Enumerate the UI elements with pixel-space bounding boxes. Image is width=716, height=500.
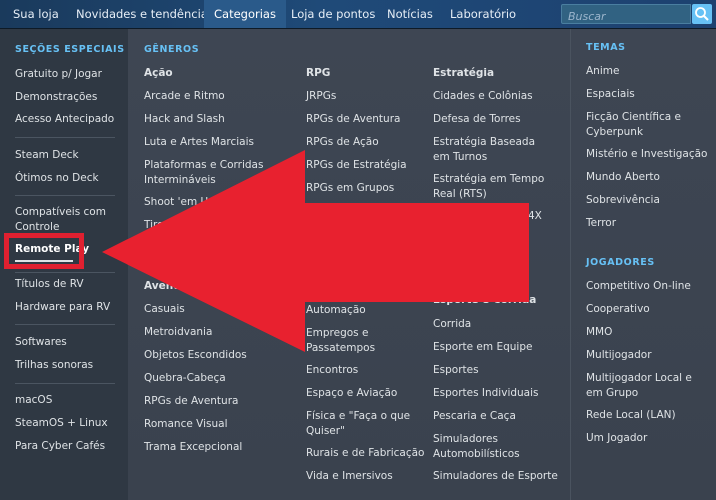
red-arrow-annotation <box>102 150 529 352</box>
